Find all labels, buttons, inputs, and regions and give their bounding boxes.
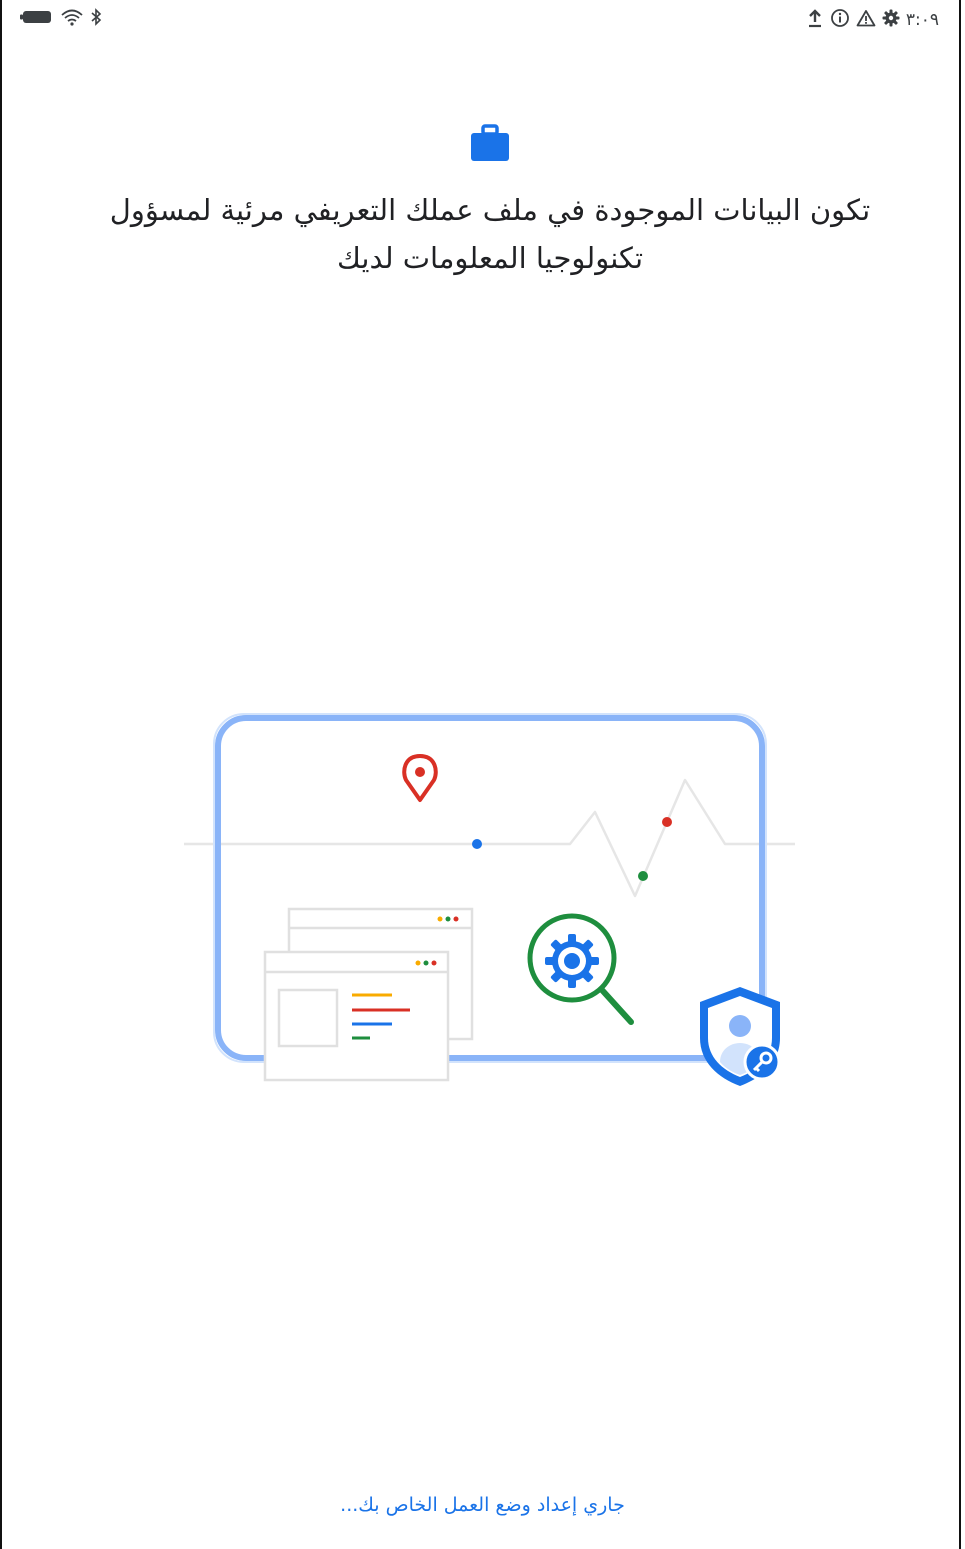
wifi-icon <box>60 8 84 30</box>
battery-icon <box>20 8 54 30</box>
settings-icon <box>882 9 900 31</box>
bluetooth-icon <box>90 8 102 30</box>
info-icon <box>830 8 850 32</box>
browser-window-icon <box>263 907 474 1082</box>
page-title: تكون البيانات الموجودة في ملف عملك التعر… <box>109 193 871 275</box>
green-dot <box>638 871 648 881</box>
warning-icon <box>856 9 876 31</box>
work-profile-illustration <box>180 700 800 1100</box>
briefcase-icon <box>470 124 510 162</box>
red-dot <box>662 817 672 827</box>
status-bar-left <box>20 8 102 30</box>
status-bar: ٣:٠٩ <box>0 0 965 40</box>
status-time: ٣:٠٩ <box>905 10 939 30</box>
status-bar-right: ٣:٠٩ <box>806 8 939 32</box>
setup-status-text: جاري إعداد وضع العمل الخاص بك... <box>340 1494 625 1516</box>
upload-icon <box>806 8 824 32</box>
blue-dot <box>472 839 482 849</box>
shield-user-key-icon <box>700 987 781 1086</box>
